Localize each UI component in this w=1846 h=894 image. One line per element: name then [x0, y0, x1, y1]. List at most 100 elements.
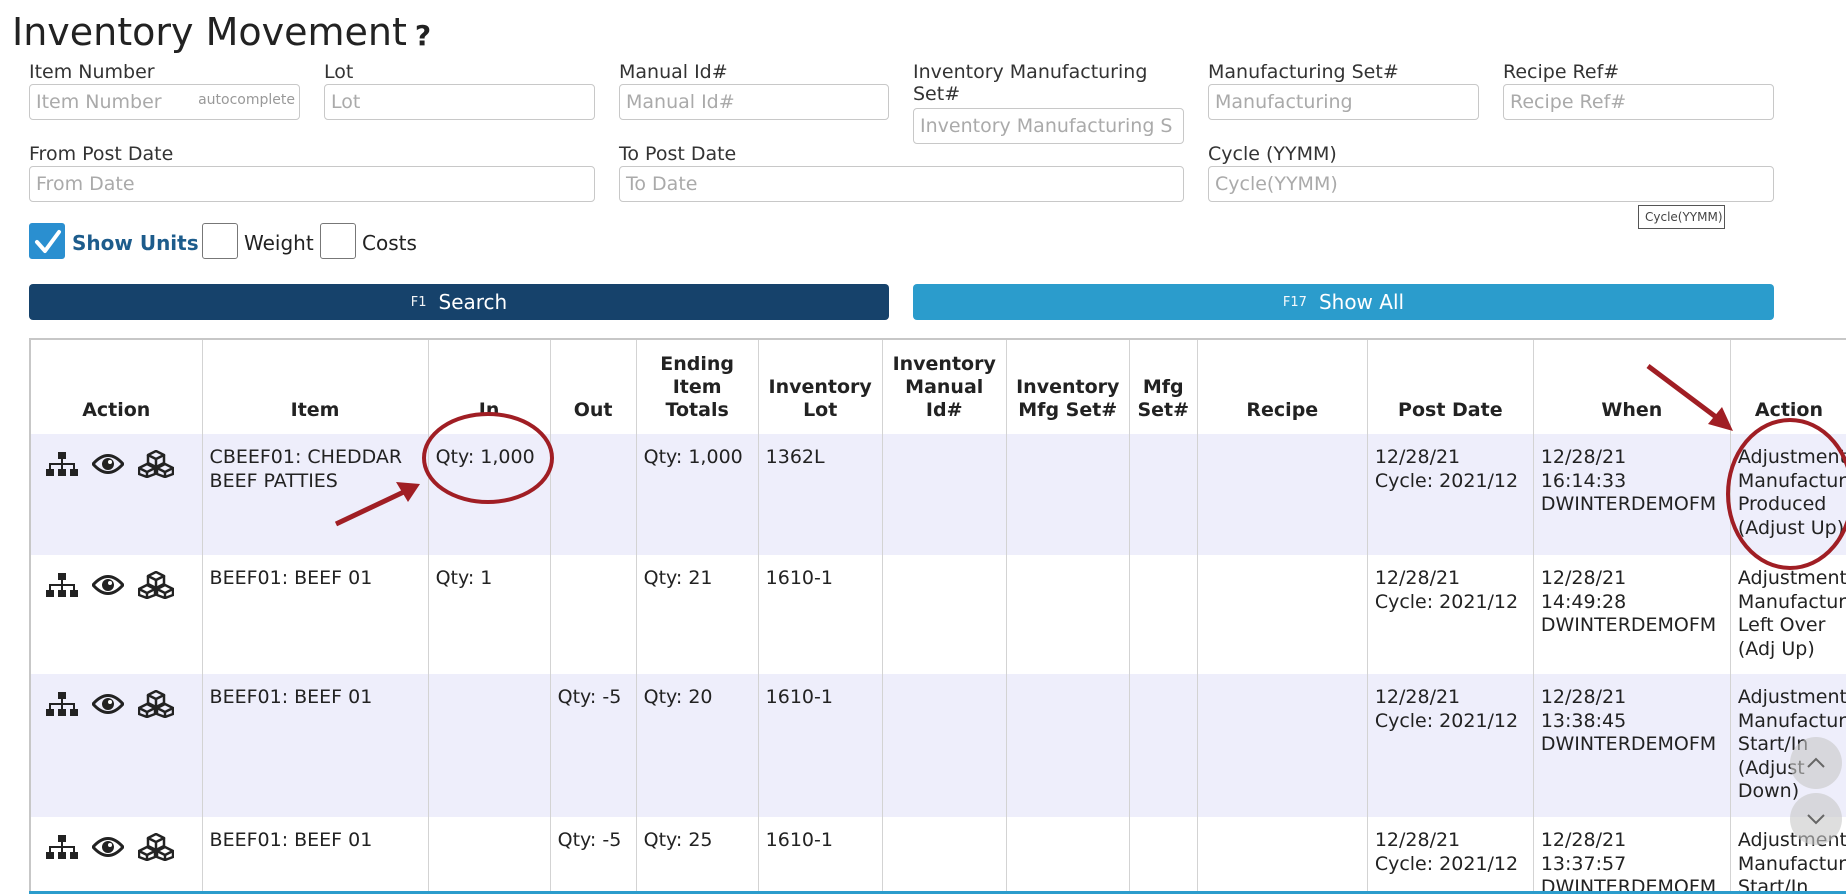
cell-in	[428, 817, 551, 894]
item-number-input[interactable]: Item Number autocomplete	[29, 84, 300, 120]
col-in[interactable]: In	[428, 340, 551, 434]
col-invmfg-line1: Inventory	[1016, 376, 1120, 398]
cell-lot: 1610-1	[758, 674, 883, 817]
lot-label: Lot	[324, 61, 354, 83]
scroll-up-button[interactable]	[1790, 737, 1842, 789]
post-date: 12/28/21	[1374, 829, 1461, 851]
cubes-icon[interactable]	[137, 689, 175, 725]
search-button[interactable]: F1 Search	[29, 284, 889, 320]
from-post-date-label: From Post Date	[29, 143, 174, 165]
when-user: DWINTERDEMOFM	[1540, 493, 1717, 515]
col-mfg-set[interactable]: Mfg Set#	[1129, 340, 1198, 434]
eye-icon[interactable]	[90, 574, 126, 603]
col-out[interactable]: Out	[550, 340, 637, 434]
cell-mfg-set	[1129, 817, 1198, 894]
from-date-input[interactable]: From Date	[29, 166, 595, 202]
col-post-date[interactable]: Post Date	[1367, 340, 1534, 434]
col-invman-line3: Id#	[925, 399, 963, 421]
action-line: Manufactur	[1737, 590, 1846, 613]
cell-item: BEEF01: BEEF 01	[202, 674, 429, 817]
action-line: Adjustment	[1737, 567, 1846, 589]
cycle-input[interactable]: Cycle(YYMM)	[1208, 166, 1774, 202]
cell-lot: 1610-1	[758, 555, 883, 674]
table-row: CBEEF01: CHEDDAR BEEF PATTIES Qty: 1,000 Q…	[31, 434, 1846, 555]
cell-out	[550, 434, 637, 555]
col-inventory-mfg-set[interactable]: Inventory Mfg Set#	[1006, 340, 1130, 434]
cell-ending: Qty: 25	[636, 817, 759, 894]
action-line: Manufactur	[1737, 709, 1846, 732]
row-actions	[31, 817, 203, 894]
col-item[interactable]: Item	[202, 340, 429, 434]
cell-action-type: Adjustment Manufactur Produced (Adjust Up)	[1730, 434, 1846, 555]
chevron-up-icon	[1807, 757, 1825, 768]
cycle-tooltip: Cycle(YYMM)	[1638, 205, 1725, 229]
movement-table: Action Item In Out Ending Item Totals Inve…	[29, 338, 1846, 894]
show-units-checkbox[interactable]	[29, 223, 65, 259]
cell-manual-id	[882, 817, 1007, 894]
from-date-placeholder: From Date	[36, 173, 135, 195]
lot-input[interactable]: Lot	[324, 84, 595, 120]
inv-mfg-set-label-line1: Inventory Manufacturing	[913, 61, 1148, 83]
col-recipe[interactable]: Recipe	[1197, 340, 1368, 434]
col-action-type[interactable]: Action	[1730, 340, 1846, 434]
table-row: BEEF01: BEEF 01 Qty: -5 Qty: 25 1610-1 12/28…	[31, 817, 1846, 894]
cell-in: Qty: 1,000	[428, 434, 551, 555]
col-ending-totals[interactable]: Ending Item Totals	[636, 340, 759, 434]
hierarchy-icon[interactable]	[46, 451, 78, 484]
mfg-set-input[interactable]: Manufacturing	[1208, 84, 1479, 120]
when-date: 12/28/21	[1540, 567, 1627, 589]
col-inventory-lot[interactable]: Inventory Lot	[758, 340, 883, 434]
cell-inv-mfg-set	[1006, 434, 1130, 555]
recipe-ref-placeholder: Recipe Ref#	[1510, 91, 1627, 113]
action-line: Adjustment	[1737, 446, 1846, 468]
costs-label[interactable]: Costs	[362, 231, 417, 255]
cell-action-type: Adjustment Manufactur Left Over (Adj Up)	[1730, 555, 1846, 674]
cell-recipe	[1197, 817, 1368, 894]
eye-icon[interactable]	[90, 693, 126, 722]
when-date: 12/28/21	[1540, 686, 1627, 708]
table-row: BEEF01: BEEF 01 Qty: 1 Qty: 21 1610-1 12/28/…	[31, 555, 1846, 674]
eye-icon[interactable]	[90, 836, 126, 865]
action-line: Adjustment	[1737, 686, 1846, 708]
cell-out	[550, 555, 637, 674]
hierarchy-icon[interactable]	[46, 691, 78, 724]
eye-icon[interactable]	[90, 453, 126, 482]
col-when[interactable]: When	[1533, 340, 1731, 434]
costs-checkbox[interactable]	[320, 223, 356, 259]
col-inventory-manual-id[interactable]: Inventory Manual Id#	[882, 340, 1007, 434]
when-time: 14:49:28	[1540, 590, 1627, 613]
manual-id-input[interactable]: Manual Id#	[619, 84, 889, 120]
cubes-icon[interactable]	[137, 570, 175, 606]
action-line: Produced	[1737, 493, 1827, 515]
cell-inv-mfg-set	[1006, 817, 1130, 894]
help-icon[interactable]: ?	[415, 19, 431, 52]
cubes-icon[interactable]	[137, 832, 175, 868]
when-date: 12/28/21	[1540, 829, 1627, 851]
weight-label[interactable]: Weight	[244, 231, 314, 255]
mfg-set-label: Manufacturing Set#	[1208, 61, 1399, 83]
inv-mfg-set-input[interactable]: Inventory Manufacturing S	[913, 108, 1184, 144]
check-icon	[35, 230, 61, 253]
cubes-icon[interactable]	[137, 449, 175, 485]
cell-manual-id	[882, 555, 1007, 674]
cell-when: 12/28/21 13:38:45 DWINTERDEMOFM	[1533, 674, 1731, 817]
row-actions	[31, 555, 203, 674]
col-ending-line1: Ending	[660, 353, 735, 375]
hierarchy-icon[interactable]	[46, 572, 78, 605]
scroll-down-button[interactable]	[1790, 793, 1842, 845]
page-title: Inventory Movement?	[12, 10, 431, 54]
weight-checkbox[interactable]	[202, 223, 238, 259]
page-title-text: Inventory Movement	[12, 10, 407, 54]
hierarchy-icon[interactable]	[46, 834, 78, 867]
show-all-button[interactable]: F17 Show All	[913, 284, 1774, 320]
cell-ending: Qty: 20	[636, 674, 759, 817]
cycle-label: Cycle (YYMM)	[1208, 143, 1337, 165]
recipe-ref-input[interactable]: Recipe Ref#	[1503, 84, 1774, 120]
cell-post-date: 12/28/21 Cycle: 2021/12	[1367, 674, 1534, 817]
to-date-input[interactable]: To Date	[619, 166, 1184, 202]
show-units-label[interactable]: Show Units	[72, 231, 199, 255]
show-all-shortcut: F17	[1282, 294, 1307, 310]
col-action[interactable]: Action	[31, 340, 203, 434]
inv-mfg-set-placeholder: Inventory Manufacturing S	[920, 115, 1173, 137]
cell-item: BEEF01: BEEF 01	[202, 555, 429, 674]
